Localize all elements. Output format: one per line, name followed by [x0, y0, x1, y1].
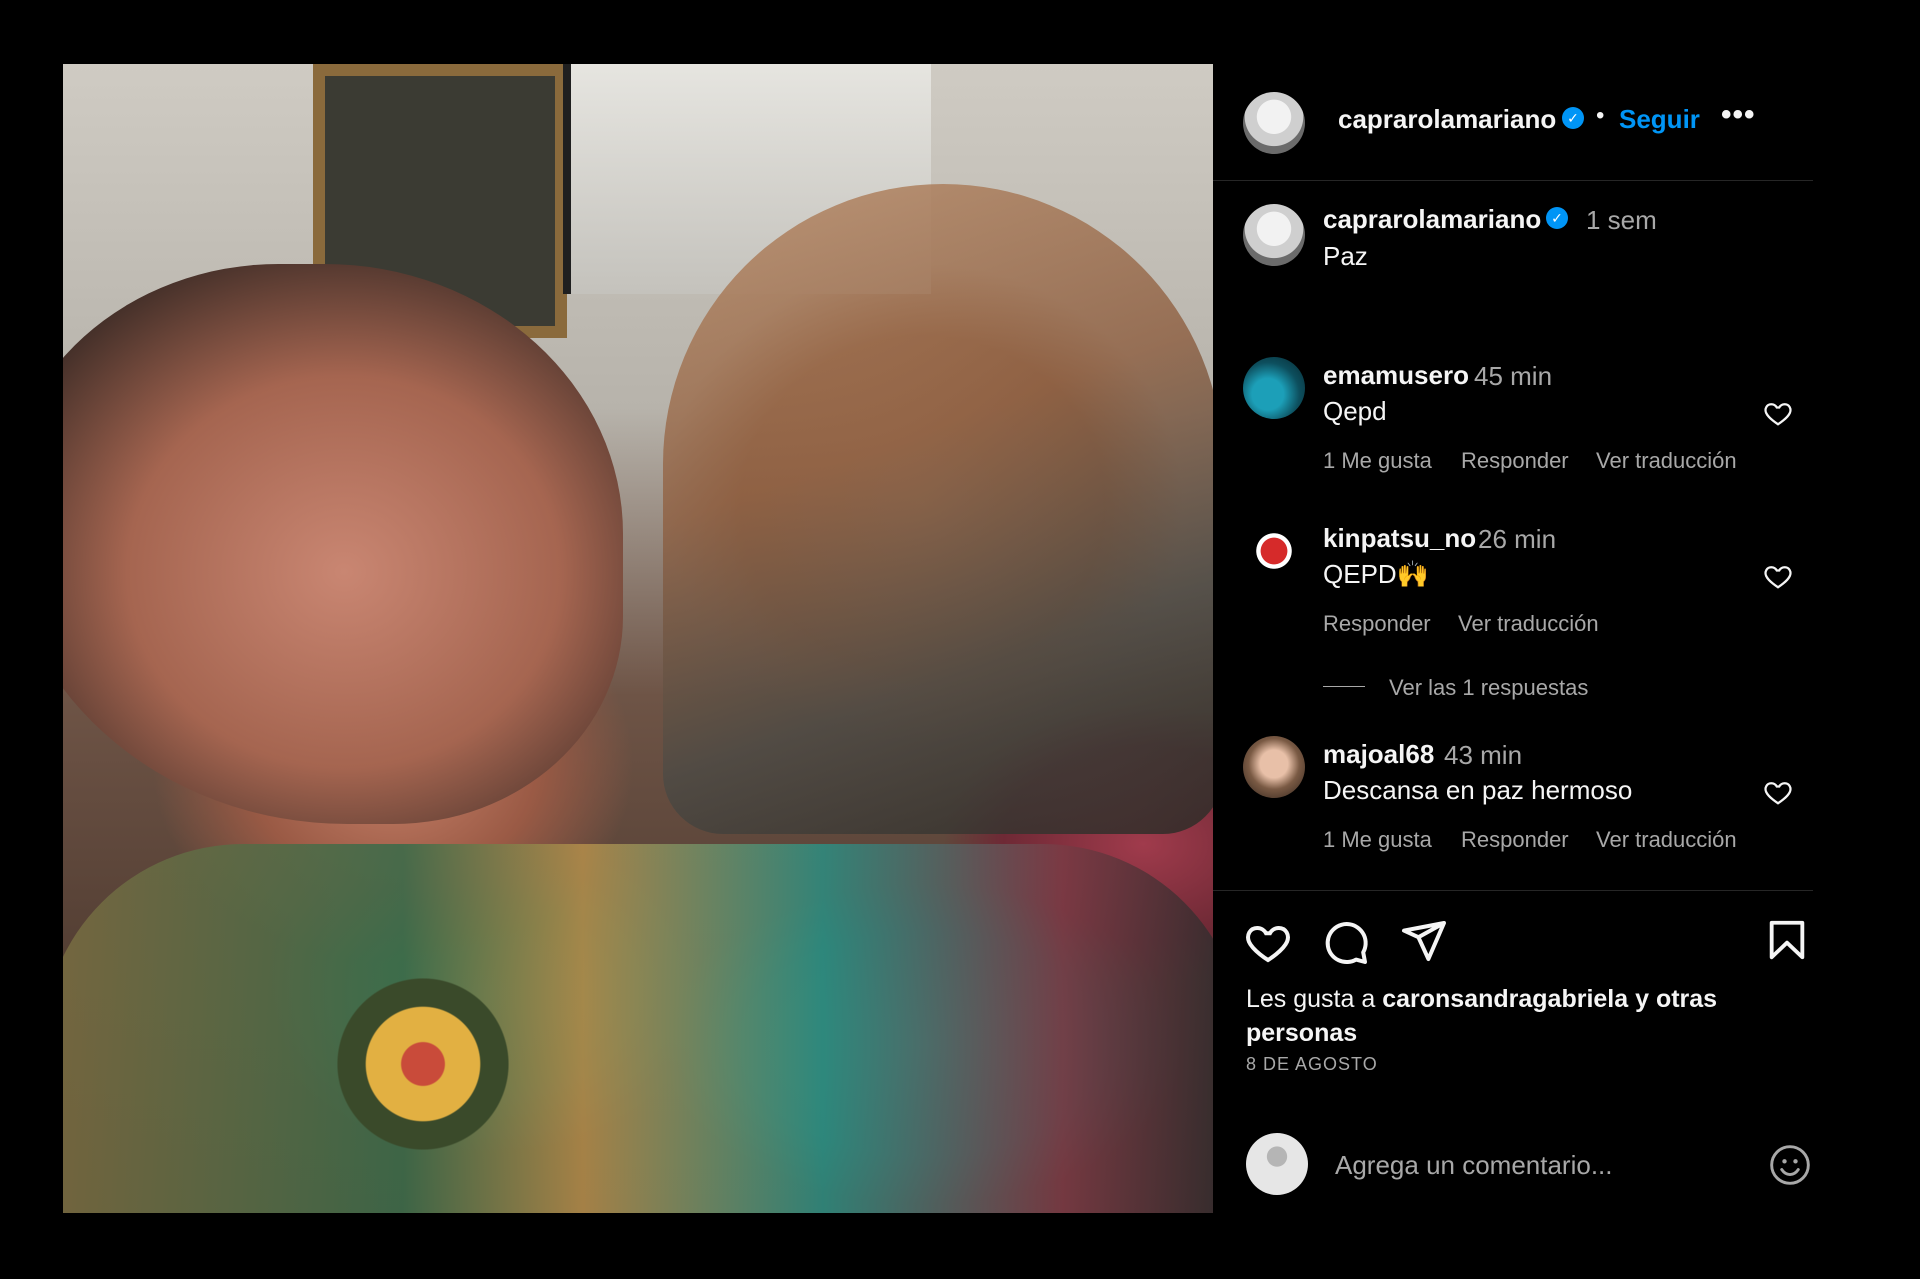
tattooed-shoulder — [663, 184, 1213, 834]
comment-translate-button[interactable]: Ver traducción — [1596, 827, 1737, 853]
comment-time: 26 min — [1478, 524, 1557, 554]
bookmark-icon[interactable] — [1764, 917, 1810, 963]
comment-likes-count[interactable]: 1 Me gusta — [1323, 827, 1432, 853]
post-side-panel: caprarolamariano ✓ • Seguir ••• caprarol… — [1213, 64, 1823, 1213]
likes-prefix: Les gusta a — [1246, 985, 1383, 1013]
comment-text: Qepd — [1323, 396, 1387, 426]
comment-translate-button[interactable]: Ver traducción — [1458, 611, 1599, 637]
likes-summary: Les gusta a caronsandragabriela y otras … — [1246, 982, 1766, 1050]
view-replies-button[interactable]: Ver las 1 respuestas — [1389, 675, 1588, 701]
heart-icon[interactable] — [1244, 918, 1292, 966]
add-comment-input[interactable] — [1333, 1146, 1717, 1184]
comment-avatar[interactable] — [1243, 357, 1305, 419]
more-options-icon[interactable]: ••• — [1721, 98, 1756, 132]
comment-likes-count[interactable]: 1 Me gusta — [1323, 448, 1432, 474]
comment-username[interactable]: majoal68 — [1323, 739, 1434, 770]
face — [63, 264, 623, 824]
comment-username[interactable]: emamusero — [1323, 360, 1469, 391]
verified-badge-icon: ✓ — [1562, 107, 1584, 129]
emoji-icon[interactable] — [1768, 1143, 1812, 1187]
caption-author-avatar[interactable] — [1243, 204, 1305, 266]
comment-icon[interactable] — [1322, 918, 1370, 966]
tattooed-arm — [63, 844, 1213, 1213]
comment-reply-button[interactable]: Responder — [1461, 448, 1569, 474]
flower-tattoo — [323, 964, 523, 1164]
comment-reply-button[interactable]: Responder — [1323, 611, 1431, 637]
likes-username[interactable]: caronsandragabriela — [1382, 985, 1628, 1013]
separator-dot: • — [1596, 102, 1605, 129]
comment-reply-button[interactable]: Responder — [1461, 827, 1569, 853]
post-photo — [63, 64, 1213, 1213]
comment-avatar[interactable] — [1243, 520, 1305, 582]
comment-translate-button[interactable]: Ver traducción — [1596, 448, 1737, 474]
post-header: caprarolamariano ✓ • Seguir ••• — [1213, 64, 1813, 181]
comment-time: 45 min — [1474, 361, 1553, 391]
post-date[interactable]: 8 DE AGOSTO — [1246, 1054, 1378, 1075]
comment-like-heart-icon[interactable] — [1763, 561, 1793, 591]
view-replies-line — [1323, 686, 1365, 687]
comment-like-heart-icon[interactable] — [1763, 398, 1793, 428]
comment-time: 43 min — [1444, 740, 1523, 770]
caption-text: Paz — [1323, 241, 1368, 271]
caption-time[interactable]: 1 sem — [1586, 205, 1657, 236]
comment-text: QEPD🙌 — [1323, 559, 1430, 589]
comment-avatar[interactable] — [1243, 736, 1305, 798]
comment-like-heart-icon[interactable] — [1763, 777, 1793, 807]
comment-text: Descansa en paz hermoso — [1323, 775, 1633, 805]
comment-username[interactable]: kinpatsu_no — [1323, 523, 1476, 554]
follow-button[interactable]: Seguir — [1619, 104, 1700, 135]
actions-divider — [1213, 890, 1813, 891]
verified-badge-icon: ✓ — [1546, 207, 1568, 229]
current-user-avatar — [1246, 1133, 1308, 1195]
send-icon[interactable] — [1400, 917, 1448, 965]
author-username[interactable]: caprarolamariano — [1338, 104, 1556, 135]
caption-author-username[interactable]: caprarolamariano — [1323, 204, 1541, 235]
author-avatar[interactable] — [1243, 92, 1305, 154]
